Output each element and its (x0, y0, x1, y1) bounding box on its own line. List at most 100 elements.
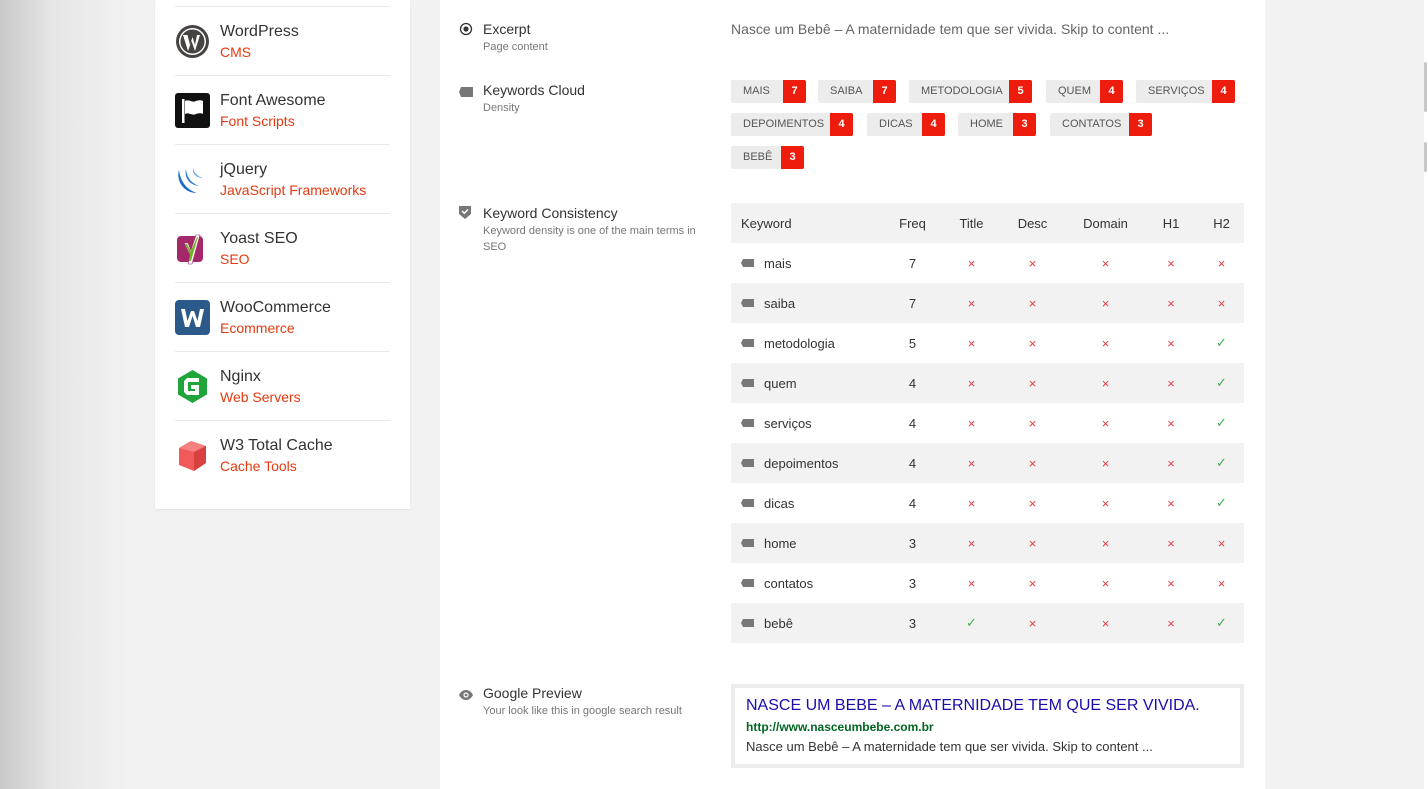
cross-icon: × (1101, 455, 1110, 471)
tech-category-link[interactable]: Web Servers (220, 389, 301, 405)
cross-icon: × (967, 295, 976, 311)
tech-item[interactable]: W3 Total Cache Cache Tools (175, 421, 390, 489)
keyword-tag-count: 3 (1129, 113, 1152, 136)
keywords-cloud-subtitle: Density (483, 102, 520, 114)
tech-item[interactable]: WooCommerce Ecommerce (175, 283, 390, 352)
tech-category-link[interactable]: JavaScript Frameworks (220, 182, 366, 198)
cross-icon: × (1217, 535, 1226, 551)
frequency-cell: 4 (879, 443, 946, 483)
keyword-tag-label: BEBÊ (743, 151, 773, 163)
keyword-tag[interactable]: DICAS 4 (867, 113, 945, 136)
h2-cell: × (1199, 283, 1244, 323)
tech-category-link[interactable]: Font Scripts (220, 113, 295, 129)
cross-icon: × (1167, 455, 1175, 471)
desc-cell: × (997, 243, 1068, 283)
keyword-tag[interactable]: CONTATOS 3 (1050, 113, 1152, 136)
keyword-cell: depoimentos (731, 443, 879, 483)
keyword-tag-label: CONTATOS (1062, 118, 1122, 130)
wordpress-icon (175, 24, 210, 59)
h1-cell: × (1143, 403, 1199, 443)
keyword-tag-label: DEPOIMENTOS (743, 118, 825, 130)
domain-cell: × (1068, 363, 1143, 403)
tech-category-link[interactable]: SEO (220, 251, 250, 267)
keyword-tag-label: QUEM (1058, 85, 1091, 97)
desc-cell: × (997, 483, 1068, 523)
tech-name: W3 Total Cache (220, 437, 333, 454)
desc-cell: × (997, 563, 1068, 603)
cross-icon: × (967, 575, 976, 591)
keyword-tag[interactable]: METODOLOGIA 5 (909, 80, 1032, 103)
check-icon: ✓ (1216, 335, 1227, 350)
keyword-tag[interactable]: HOME 3 (958, 113, 1036, 136)
cross-icon: × (967, 535, 976, 551)
h2-cell: ✓ (1199, 323, 1244, 363)
tech-name: jQuery (220, 161, 268, 178)
column-header: Keyword (731, 203, 879, 243)
column-header: Title (946, 203, 997, 243)
cross-icon: × (1028, 375, 1037, 391)
h1-cell: × (1143, 443, 1199, 483)
h1-cell: × (1143, 483, 1199, 523)
desc-cell: × (997, 403, 1068, 443)
tech-item[interactable]: Nginx Web Servers (175, 352, 390, 421)
keyword-tag-count: 4 (1212, 80, 1235, 103)
keyword-tag-count: 4 (922, 113, 945, 136)
scrollbar-track[interactable] (1424, 0, 1428, 789)
frequency-cell: 7 (879, 283, 946, 323)
eye-icon (459, 687, 473, 701)
desc-cell: × (997, 443, 1068, 483)
keyword-tag[interactable]: SAIBA 7 (818, 80, 896, 103)
table-row: depoimentos 4 × × × × ✓ (731, 443, 1244, 483)
title-cell: ✓ (946, 603, 997, 643)
excerpt-title: Excerpt (483, 21, 531, 37)
keyword-label: dicas (764, 495, 795, 511)
table-row: serviços 4 × × × × ✓ (731, 403, 1244, 443)
tech-name: Yoast SEO (220, 230, 298, 247)
tag-icon (741, 539, 754, 548)
scrollbar-thumb[interactable] (1424, 62, 1427, 112)
keyword-label: saiba (764, 295, 796, 311)
tech-category-link[interactable]: Cache Tools (220, 458, 297, 474)
frequency-cell: 5 (908, 335, 917, 351)
domain-cell: × (1068, 243, 1143, 283)
tag-icon (741, 579, 754, 588)
technologies-card: WordPress CMS Font Awesome Font Scripts (155, 0, 410, 509)
keyword-tag-label: MAIS (743, 85, 770, 97)
table-row: metodologia 5 × × × × ✓ (731, 323, 1244, 363)
keyword-label: bebê (764, 615, 793, 631)
keyword-cell: home (731, 523, 879, 563)
keyword-label: metodologia (764, 335, 835, 351)
keyword-tag[interactable]: BEBÊ 3 (731, 146, 804, 169)
keyword-tag[interactable]: SERVIÇOS 4 (1136, 80, 1235, 103)
table-row: quem 4 × × × × ✓ (731, 363, 1244, 403)
cross-icon: × (1028, 535, 1037, 551)
keyword-tag[interactable]: DEPOIMENTOS 4 (731, 113, 853, 136)
keyword-tag-count: 4 (830, 113, 853, 136)
keyword-tag[interactable]: MAIS 7 (731, 80, 806, 103)
keyword-cell: metodologia (731, 323, 879, 363)
keyword-tag-label: SAIBA (830, 85, 863, 97)
search-result-url[interactable]: http://www.nasceumbebe.com.br (746, 720, 934, 734)
cross-icon: × (1101, 255, 1110, 271)
title-cell: × (946, 483, 997, 523)
domain-cell: × (1068, 523, 1143, 563)
keyword-tag[interactable]: QUEM 4 (1046, 80, 1123, 103)
h1-cell: × (1143, 323, 1199, 363)
cross-icon: × (1028, 415, 1037, 431)
tech-item[interactable]: WordPress CMS (175, 7, 390, 76)
scrollbar-thumb-secondary[interactable] (1424, 142, 1427, 172)
cross-icon: × (1028, 495, 1037, 511)
keyword-tag-count: 3 (781, 146, 804, 169)
tech-item[interactable]: Yoast SEO SEO (175, 214, 390, 283)
tag-icon (741, 339, 754, 348)
tech-item[interactable]: jQuery JavaScript Frameworks (175, 145, 390, 214)
keyword-tag-label: SERVIÇOS (1148, 85, 1205, 97)
keyword-tag-count: 4 (1100, 80, 1123, 103)
h2-cell: × (1199, 563, 1244, 603)
frequency-cell: 3 (908, 575, 917, 591)
search-result-title-link[interactable]: NASCE UM BEBE – A MATERNIDADE TEM QUE SE… (746, 697, 1200, 715)
tech-item[interactable]: Font Awesome Font Scripts (175, 76, 390, 145)
tech-category-link[interactable]: CMS (220, 44, 251, 60)
tech-category-link[interactable]: Ecommerce (220, 320, 295, 336)
frequency-cell: 7 (908, 255, 917, 271)
